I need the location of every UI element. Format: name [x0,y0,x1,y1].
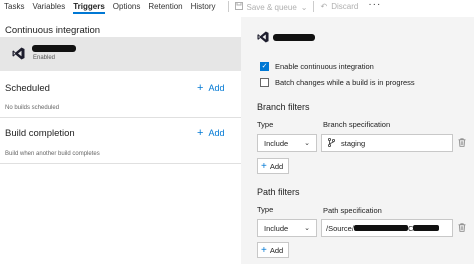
tab-options[interactable]: Options [113,0,141,14]
branch-icon [327,137,336,149]
redacted-pipeline-name [32,45,76,52]
path-type-value: Include [264,223,289,233]
chevron-down-icon: ⌄ [304,225,310,232]
branch-spec-label: Branch specification [323,120,391,129]
path-type-label: Type [257,205,274,214]
enable-ci-label: Enable continuous integration [275,62,374,71]
save-queue-button[interactable]: Save & queue ⌄ [234,0,312,12]
plus-icon: + [197,82,204,94]
delete-branch-filter-icon[interactable] [458,138,466,149]
enable-ci-option[interactable]: ✓ Enable continuous integration [260,62,374,71]
branch-spec-field[interactable]: staging [321,134,453,152]
plus-icon: + [197,127,204,139]
batch-changes-checkbox[interactable] [260,78,269,87]
top-tab-bar: Tasks Variables Triggers Options Retenti… [0,0,474,14]
path-type-select[interactable]: Include ⌄ [257,219,317,237]
visual-studio-logo-icon [12,47,25,62]
branch-type-select[interactable]: Include ⌄ [257,134,317,152]
path-spec-field[interactable]: /Source/ C [321,219,453,237]
redacted-path-segment [353,225,408,231]
plus-icon: + [261,160,267,172]
trigger-details-panel: ✓ Enable continuous integration Batch ch… [241,17,474,264]
add-build-completion-label: Add [208,128,225,138]
toolbar-divider [313,1,315,12]
redacted-path-segment [413,225,440,231]
triggers-list-panel: Continuous integration Enabled Scheduled… [0,17,241,264]
more-options-button[interactable]: ··· [368,0,381,10]
add-branch-filter-button[interactable]: + Add [257,158,289,174]
plus-icon: + [261,244,267,256]
ci-status-text: Enabled [33,55,56,61]
tab-retention[interactable]: Retention [148,0,182,14]
section-divider [0,163,241,164]
path-spec-label: Path specification [323,206,382,215]
path-filters-heading: Path filters [257,187,300,197]
add-build-completion-button[interactable]: + Add [197,127,224,139]
save-icon [234,2,243,12]
discard-label: Discard [331,2,359,11]
visual-studio-logo-icon [257,31,269,45]
enable-ci-checkbox[interactable]: ✓ [260,62,269,71]
chevron-down-icon: ⌄ [304,140,310,147]
scheduled-heading: Scheduled [5,83,50,94]
ci-pipeline-item[interactable]: Enabled [0,37,241,71]
build-completion-note: Build when another build completes [5,151,100,157]
add-schedule-button[interactable]: + Add [197,82,224,94]
branch-filters-heading: Branch filters [257,102,310,112]
tab-variables[interactable]: Variables [32,0,65,14]
undo-icon: ↶ [320,2,328,11]
ci-heading: Continuous integration [5,25,101,36]
tab-history[interactable]: History [191,0,216,14]
branch-type-value: Include [264,138,289,148]
branch-spec-value: staging [341,138,366,148]
scheduled-note: No builds scheduled [5,105,60,111]
branch-type-label: Type [257,120,274,129]
chevron-down-icon: ⌄ [300,2,308,12]
build-completion-heading: Build completion [5,128,75,139]
add-path-filter-button[interactable]: + Add [257,242,289,258]
add-schedule-label: Add [208,83,225,93]
batch-changes-option[interactable]: Batch changes while a build is in progre… [260,78,415,87]
tab-triggers[interactable]: Triggers [73,0,105,14]
add-branch-filter-label: Add [269,161,284,171]
delete-path-filter-icon[interactable] [458,223,466,234]
redacted-pipeline-name [273,34,315,41]
toolbar-divider [227,1,229,12]
path-spec-prefix: /Source/ [326,223,354,233]
discard-button[interactable]: ↶ Discard [320,0,358,11]
batch-changes-label: Batch changes while a build is in progre… [275,78,415,87]
tab-tasks[interactable]: Tasks [4,0,24,14]
save-queue-label: Save & queue [246,2,297,12]
section-divider [0,117,241,118]
add-path-filter-label: Add [269,245,284,255]
